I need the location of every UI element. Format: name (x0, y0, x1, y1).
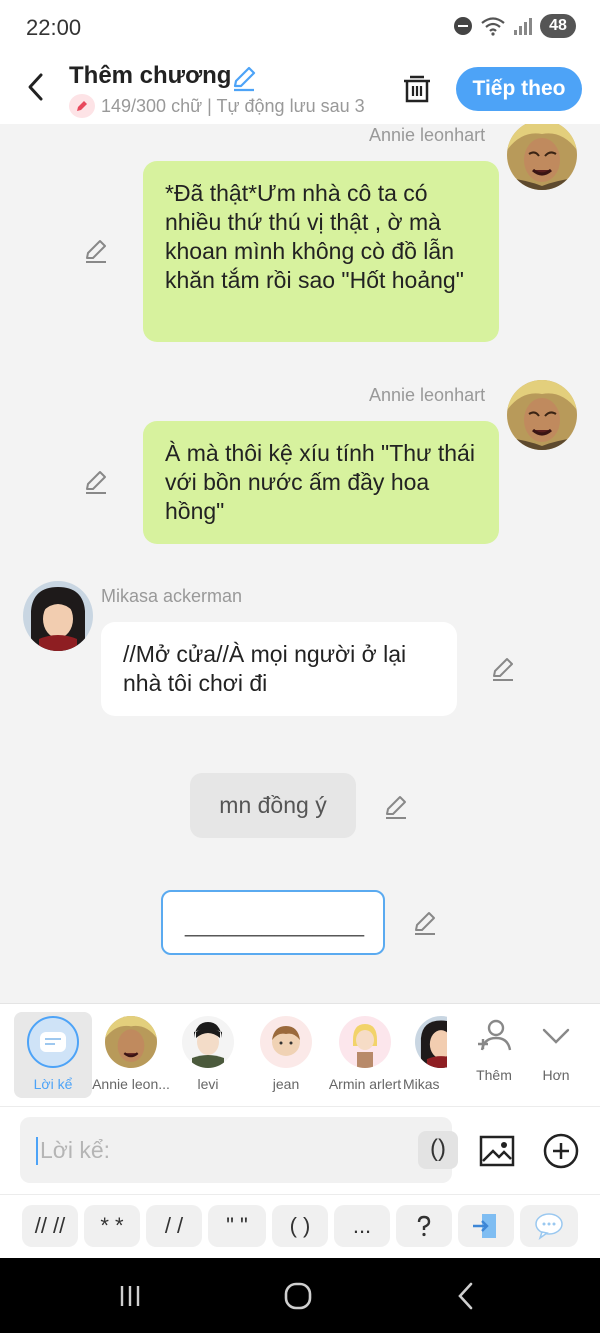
more-label: Hơn (542, 1067, 570, 1083)
status-icons: 48 (454, 14, 576, 38)
character-narration[interactable]: Lời kể (14, 1012, 92, 1098)
character-label: jean (272, 1076, 300, 1092)
home-icon[interactable] (278, 1280, 318, 1312)
signal-icon (514, 17, 532, 35)
character-label: Annie leon... (92, 1076, 170, 1092)
mikasa-avatar[interactable] (23, 581, 93, 651)
question-button[interactable] (396, 1205, 452, 1247)
message-bubble[interactable]: *Đã thật*Ưm nhà cô ta có nhiều thứ thú v… (143, 161, 499, 342)
quick-symbol-button[interactable]: ... (334, 1205, 390, 1247)
message-bubble[interactable]: À mà thôi kệ xíu tính "Thư thái với bồn … (143, 421, 499, 544)
chat-area[interactable]: Annie leonhart *Đã thật*Ưm nhà cô ta có … (0, 124, 600, 1004)
edit-message-icon[interactable] (383, 794, 409, 820)
top-bar: Thêm chương 149/300 chữ | Tự động lưu sa… (0, 56, 600, 124)
exit-scene-button[interactable] (458, 1205, 514, 1247)
character-label: Armin arlert (328, 1076, 402, 1092)
character-selector: Lời kể Annie leon... levi jean Armin arl… (0, 1003, 600, 1106)
quick-symbols-bar: // // * * / / " " ( ) ... (0, 1194, 600, 1258)
character-mikasa[interactable]: Mikas (403, 1012, 447, 1098)
chat-bubble-icon (535, 1213, 563, 1240)
chevron-down-icon (542, 1028, 570, 1044)
add-circle-icon[interactable] (542, 1132, 580, 1170)
edit-title-icon[interactable] (230, 64, 258, 92)
quick-symbol-button[interactable]: / / (146, 1205, 202, 1247)
character-armin[interactable]: Armin arlert (325, 1012, 405, 1098)
word-count-status: 149/300 chữ | Tự động lưu sau 3 (69, 94, 379, 118)
back-nav-icon[interactable] (446, 1280, 486, 1312)
back-button[interactable] (20, 70, 52, 104)
quick-symbol-button[interactable]: " " (208, 1205, 266, 1247)
character-label: levi (197, 1076, 219, 1092)
edit-message-icon[interactable] (83, 469, 109, 495)
chat-bubble-button[interactable] (520, 1205, 578, 1247)
compose-bar: Lời kể: () (0, 1106, 600, 1194)
narration-icon (27, 1016, 79, 1068)
character-label: Lời kể (33, 1076, 73, 1092)
door-exit-icon (473, 1214, 496, 1238)
annie-avatar[interactable] (507, 380, 577, 450)
status-bar: 22:00 48 (0, 0, 600, 56)
word-count-text: 149/300 chữ | Tự động lưu sau 3 (101, 95, 365, 116)
sender-name: Mikasa ackerman (101, 586, 243, 606)
quick-symbol-button[interactable]: * * (84, 1205, 140, 1247)
back-arrow-icon (28, 73, 43, 101)
message-bubble-editing[interactable]: ______________ (161, 890, 385, 955)
character-jean[interactable]: jean (247, 1012, 325, 1098)
wifi-icon (481, 17, 505, 36)
annie-avatar[interactable] (507, 124, 577, 190)
jean-avatar (260, 1016, 312, 1068)
text-caret (36, 1137, 38, 1165)
image-icon[interactable] (479, 1133, 515, 1169)
edit-message-icon[interactable] (83, 238, 109, 264)
message-bubble[interactable]: //Mở cửa//À mọi người ở lại nhà tôi chơi… (101, 622, 457, 716)
message-bubble[interactable]: mn đồng ý (190, 773, 356, 838)
page-title: Thêm chương (69, 62, 232, 89)
quick-symbol-button[interactable]: ( ) (272, 1205, 328, 1247)
character-label: Mikas (403, 1076, 440, 1092)
next-button[interactable]: Tiếp theo (456, 67, 582, 111)
add-user-icon (478, 1019, 512, 1051)
sender-name: Annie leonhart (369, 125, 486, 145)
character-levi[interactable]: levi (169, 1012, 247, 1098)
delete-icon[interactable] (400, 72, 434, 106)
question-icon (417, 1215, 431, 1237)
pencil-badge-icon (69, 94, 95, 118)
character-annie[interactable]: Annie leon... (91, 1012, 171, 1098)
narration-input[interactable]: Lời kể: () (20, 1117, 458, 1183)
recent-apps-icon[interactable] (110, 1280, 150, 1312)
input-placeholder: Lời kể: (40, 1137, 111, 1163)
paren-button[interactable]: () (418, 1131, 458, 1169)
edit-message-icon[interactable] (412, 910, 438, 936)
sender-name: Annie leonhart (369, 385, 486, 405)
levi-avatar (182, 1016, 234, 1068)
armin-avatar (339, 1016, 391, 1068)
add-character-button[interactable]: Thêm (464, 1016, 524, 1083)
status-time: 22:00 (26, 15, 82, 40)
annie-avatar (105, 1016, 157, 1068)
mikasa-avatar (415, 1016, 447, 1068)
battery-indicator: 48 (540, 14, 576, 38)
add-character-label: Thêm (476, 1067, 512, 1083)
quick-symbol-button[interactable]: // // (22, 1205, 78, 1247)
edit-message-icon[interactable] (490, 656, 516, 682)
do-not-disturb-icon (454, 17, 472, 35)
system-nav-bar (0, 1258, 600, 1333)
more-button[interactable]: Hơn (526, 1016, 586, 1083)
